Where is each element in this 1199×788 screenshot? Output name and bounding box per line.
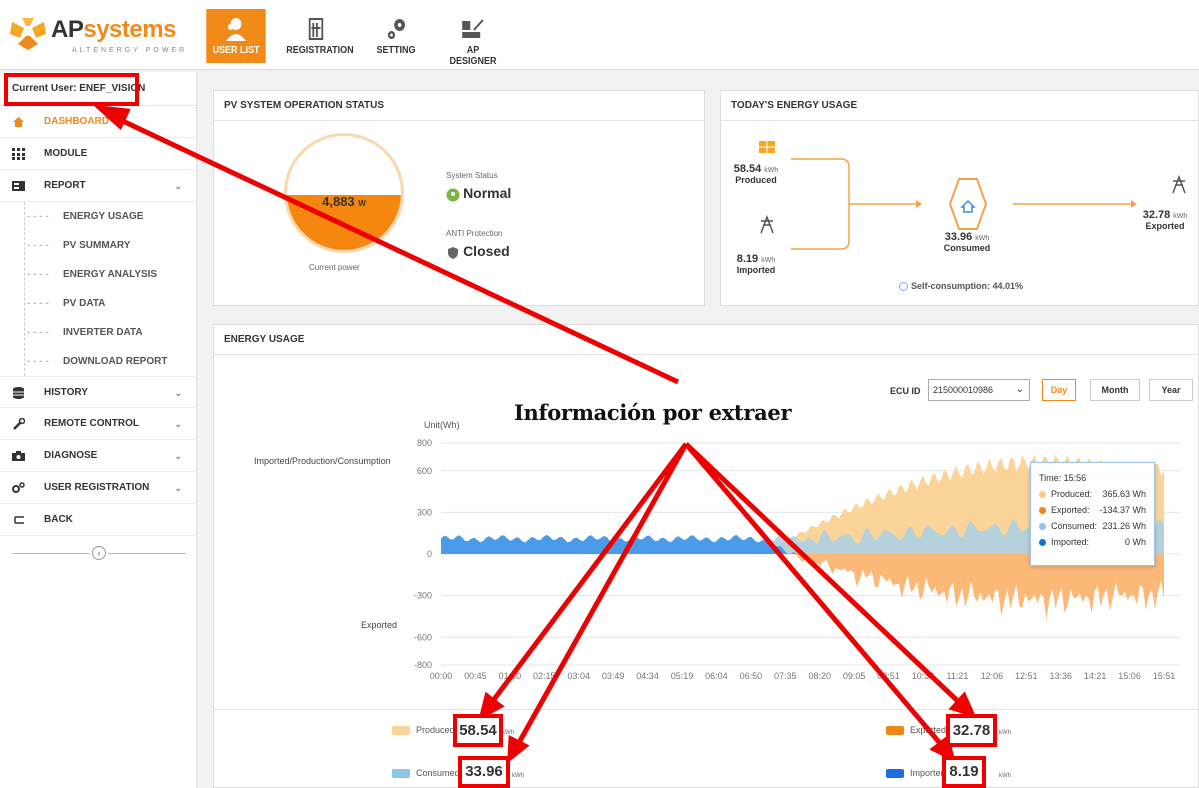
highlight-imported: 8.19	[942, 756, 986, 788]
annotation-text: Información por extraer	[514, 400, 792, 425]
arrow-line	[487, 442, 688, 708]
arrow-line	[513, 442, 689, 750]
annotation-arrows	[4, 73, 977, 764]
current-user-highlight	[4, 73, 139, 106]
arrow-line	[110, 113, 680, 385]
arrow-head	[92, 104, 131, 131]
highlight-consumed: 33.96	[458, 756, 510, 788]
highlight-exported: 32.78	[946, 714, 997, 747]
arrow-head	[507, 735, 530, 764]
highlight-produced: 58.54	[453, 714, 503, 747]
arrow-line	[684, 442, 946, 750]
arrow-line	[684, 442, 965, 708]
